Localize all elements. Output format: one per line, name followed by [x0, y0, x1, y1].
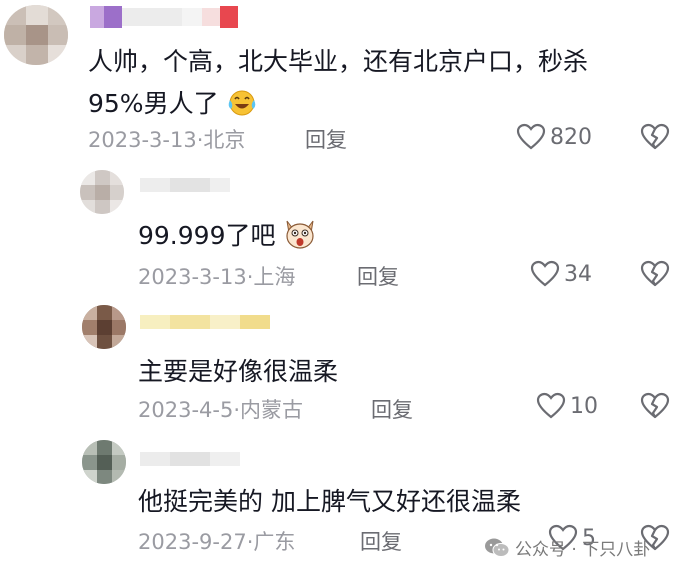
comment-text: 他挺完美的 加上脾气又好还很温柔	[138, 482, 521, 518]
comment-meta: 2023-4-5·内蒙古	[138, 394, 303, 424]
comment-text-line1: 人帅，个高，北大毕业，还有北京户口，秒杀	[88, 47, 589, 76]
comment-text: 主要是好像很温柔	[138, 352, 338, 388]
wechat-icon	[485, 538, 510, 557]
reply-label: 回复	[357, 265, 399, 289]
comment-date: 2023-3-13	[88, 128, 197, 152]
broken-heart-icon	[640, 260, 670, 287]
reply-label: 回复	[371, 398, 413, 422]
like-button[interactable]: 820	[516, 123, 592, 151]
meta-separator: ·	[233, 398, 241, 422]
comment-text-line2: 95%男人了	[88, 89, 219, 118]
comment-item: 人帅，个高，北大毕业，还有北京户口，秒杀 95%男人了 2023-3-13·北京…	[0, 0, 685, 160]
broken-heart-icon	[640, 392, 670, 419]
reply-item: 主要是好像很温柔 2023-4-5·内蒙古 回复 10	[0, 295, 685, 430]
username-blurred[interactable]	[90, 4, 240, 32]
broken-heart-icon	[640, 123, 670, 150]
username-blurred[interactable]	[140, 311, 270, 335]
avatar[interactable]	[82, 440, 126, 484]
reply-button[interactable]: 回复	[371, 394, 413, 424]
username-blurred[interactable]	[140, 448, 240, 472]
like-button[interactable]: 10	[536, 392, 598, 420]
heart-icon	[536, 392, 566, 419]
comment-location: 上海	[253, 265, 296, 289]
watermark: 公众号 · 下只八卦	[484, 535, 650, 560]
heart-icon	[516, 123, 546, 150]
reply-button[interactable]: 回复	[360, 526, 402, 556]
comment-location: 北京	[203, 128, 246, 152]
heart-icon	[530, 260, 560, 287]
comment-meta: 2023-3-13·北京	[88, 124, 245, 154]
avatar[interactable]	[80, 170, 124, 214]
reply-button[interactable]: 回复	[357, 261, 399, 291]
comment-text-line: 99.999了吧	[138, 221, 276, 250]
comment-text-line: 他挺完美的 加上脾气又好还很温柔	[138, 487, 521, 516]
watermark-text: 公众号 · 下只八卦	[515, 540, 651, 560]
comment-text: 99.999了吧	[138, 216, 317, 257]
comment-location: 广东	[253, 530, 296, 554]
comment-date: 2023-4-5	[138, 398, 234, 422]
reply-item: 99.999了吧 2023-3-13·上海 回复 34	[0, 160, 685, 295]
comment-text: 95%男人了	[88, 84, 257, 122]
like-button[interactable]: 34	[530, 260, 592, 288]
comment-text: 人帅，个高，北大毕业，还有北京户口，秒杀	[88, 42, 588, 78]
shocked-dog-emoji	[283, 217, 317, 257]
comment-location: 内蒙古	[240, 398, 304, 422]
comment-meta: 2023-3-13·上海	[138, 261, 295, 291]
avatar[interactable]	[82, 305, 126, 349]
dislike-button[interactable]	[640, 123, 670, 155]
crying-laughing-emoji	[227, 88, 257, 122]
reply-label: 回复	[305, 128, 347, 152]
like-count: 10	[570, 393, 598, 419]
dislike-button[interactable]	[640, 260, 670, 292]
username-blurred[interactable]	[140, 172, 230, 196]
dislike-button[interactable]	[640, 392, 670, 424]
reply-button[interactable]: 回复	[305, 124, 347, 154]
like-count: 820	[550, 124, 592, 150]
like-count: 34	[564, 261, 592, 287]
comment-date: 2023-9-27	[138, 530, 247, 554]
comment-date: 2023-3-13	[138, 265, 247, 289]
comment-text-line: 主要是好像很温柔	[138, 357, 339, 386]
reply-label: 回复	[360, 530, 402, 554]
avatar[interactable]	[4, 5, 68, 65]
comment-meta: 2023-9-27·广东	[138, 526, 295, 556]
